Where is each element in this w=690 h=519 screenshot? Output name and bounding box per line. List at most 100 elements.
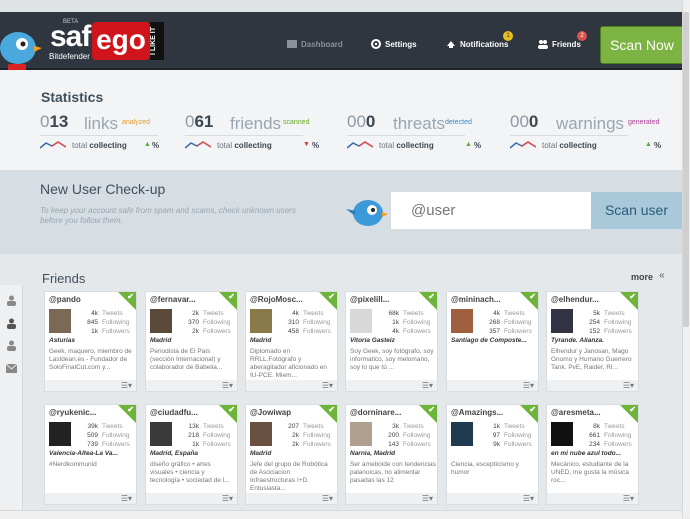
friend-handle[interactable]: @elhendur... [551, 295, 599, 304]
friend-card[interactable]: ✔ @dorninare... 3k Tweets 200 Following 143 Fol… [345, 404, 438, 505]
card-menu-icon[interactable]: ☰▾ [121, 494, 132, 503]
stat-links-pct: % [152, 141, 160, 150]
card-menu-icon[interactable]: ☰▾ [422, 381, 433, 390]
user-handle-input[interactable] [391, 192, 591, 229]
card-menu-icon[interactable]: ☰▾ [322, 381, 333, 390]
friend-card[interactable]: ✔ @pando 4k Tweets 845 Following 1k Followers As… [44, 291, 137, 392]
avatar [551, 309, 573, 333]
notifications-icon [447, 41, 455, 48]
scan-now-button[interactable]: Scan Now [600, 26, 684, 64]
stat-links-total: total collecting [72, 141, 127, 150]
friend-handle[interactable]: @ciudadfu... [150, 408, 198, 417]
checkmark-icon: ✔ [228, 405, 235, 414]
avatar [350, 422, 372, 446]
avatar [150, 422, 172, 446]
following-count: 509 [87, 432, 98, 439]
card-menu-icon[interactable]: ☰▾ [523, 381, 534, 390]
card-menu-icon[interactable]: ☰▾ [222, 381, 233, 390]
nav-friends[interactable]: Friends [538, 39, 581, 49]
nav-settings[interactable]: Settings [371, 39, 417, 49]
following-label: Following [504, 432, 532, 439]
friend-handle[interactable]: @Jowiwap [250, 408, 291, 417]
trend-up-icon: ▲ [645, 141, 652, 148]
friend-stats: 2k Tweets 370 Following 2k Followers [174, 309, 236, 336]
friend-location: Madrid, España [150, 450, 199, 457]
friend-handle[interactable]: @aresmeta... [551, 408, 601, 417]
friend-card[interactable]: ✔ @aresmeta... 8k Tweets 661 Following 234 Foll… [546, 404, 639, 505]
avatar [250, 422, 272, 446]
stat-links: 013 links analyzed total collecting ▲ % [40, 112, 180, 162]
stat-friends-tag: scanned [283, 119, 310, 126]
followers-label: Followers [403, 441, 431, 448]
friend-handle[interactable]: @dorninare... [350, 408, 401, 417]
more-link[interactable]: more [631, 272, 653, 282]
stat-threats-number: 000 [347, 112, 376, 131]
followers-count: 143 [388, 441, 399, 448]
friend-handle[interactable]: @pixelill... [350, 295, 389, 304]
followers-count: 458 [288, 328, 299, 335]
nav-notifications[interactable]: Notifications [446, 39, 508, 49]
friend-card[interactable]: ✔ @pixelill... 68k Tweets 1k Following 4k Follo… [345, 291, 438, 392]
card-menu-icon[interactable]: ☰▾ [121, 381, 132, 390]
followers-label: Followers [203, 328, 231, 335]
dashboard-icon [287, 40, 297, 48]
followers-label: Followers [303, 441, 331, 448]
twitter-bird-icon [346, 200, 388, 226]
friend-handle[interactable]: @RojoMosc... [250, 295, 303, 304]
followers-count: 234 [589, 441, 600, 448]
user-icon[interactable] [6, 293, 17, 306]
checkmark-icon: ✔ [428, 405, 435, 414]
stat-links-tag: analyzed [122, 119, 151, 126]
checkmark-icon: ✔ [629, 292, 636, 301]
friend-handle[interactable]: @pando [49, 295, 81, 304]
checkup-description: To keep your account safe from spam and … [40, 206, 296, 225]
friend-location: Asturias [49, 337, 76, 344]
friend-card[interactable]: ✔ @ryukenic... 39k Tweets 509 Following 739 Fol… [44, 404, 137, 505]
friends-title: Friends [42, 271, 86, 286]
friend-card[interactable]: ✔ @RojoMosc... 4k Tweets 310 Following 458 Foll… [245, 291, 338, 392]
tweets-count: 3k [392, 423, 399, 430]
friend-handle[interactable]: @Amazings... [451, 408, 503, 417]
scan-user-button[interactable]: Scan user [591, 192, 682, 229]
followers-label: Followers [604, 441, 632, 448]
mail-icon[interactable] [5, 360, 18, 373]
stat-divider [347, 135, 465, 136]
card-menu-icon[interactable]: ☰▾ [623, 494, 634, 503]
twitter-bird-icon [0, 32, 42, 72]
friend-location: Madrid [250, 450, 272, 457]
followers-label: Followers [504, 441, 532, 448]
card-menu-icon[interactable]: ☰▾ [623, 381, 634, 390]
nav-settings-label: Settings [385, 39, 417, 49]
collapse-icon[interactable]: « [659, 270, 665, 281]
nav-dashboard[interactable]: Dashboard [287, 39, 343, 49]
friend-handle[interactable]: @fernavar... [150, 295, 196, 304]
following-count: 218 [188, 432, 199, 439]
friend-card[interactable]: ✔ @Jowiwap 207 Tweets 2k Following 2k Followers… [245, 404, 338, 505]
friend-handle[interactable]: @mininach... [451, 295, 501, 304]
likeit-label: I LIKE IT [150, 22, 164, 60]
stat-friends-label: friends [230, 114, 282, 133]
friend-card[interactable]: ✔ @Amazings... 1k Tweets 97 Following 9k Follow… [446, 404, 539, 505]
followers-label: Followers [303, 328, 331, 335]
friend-card[interactable]: ✔ @fernavar... 2k Tweets 370 Following 2k Follo… [145, 291, 238, 392]
user-question-icon[interactable] [6, 338, 17, 351]
card-menu-icon[interactable]: ☰▾ [523, 494, 534, 503]
tweets-count: 68k [388, 310, 399, 317]
followers-count: 357 [489, 328, 500, 335]
friend-card[interactable]: ✔ @ciudadfu... 13k Tweets 218 Following 1k Foll… [145, 404, 238, 505]
checkup-title: New User Check-up [40, 181, 166, 197]
friend-handle[interactable]: @ryukenic... [49, 408, 96, 417]
stat-warnings: 000 warnings generated total collecting … [510, 112, 661, 162]
scrollbar-thumb[interactable] [683, 12, 689, 327]
card-menu-icon[interactable]: ☰▾ [322, 494, 333, 503]
user-check-icon[interactable] [6, 316, 17, 329]
friend-card[interactable]: ✔ @elhendur... 5k Tweets 254 Following 152 Foll… [546, 291, 639, 392]
card-menu-icon[interactable]: ☰▾ [422, 494, 433, 503]
card-menu-icon[interactable]: ☰▾ [222, 494, 233, 503]
followers-count: 4k [392, 328, 399, 335]
stat-warnings-pct: % [654, 141, 662, 150]
friend-stats: 3k Tweets 200 Following 143 Followers [374, 422, 436, 449]
following-label: Following [604, 319, 632, 326]
friend-card[interactable]: ✔ @mininach... 4k Tweets 268 Following 357 Foll… [446, 291, 539, 392]
following-label: Following [403, 432, 431, 439]
